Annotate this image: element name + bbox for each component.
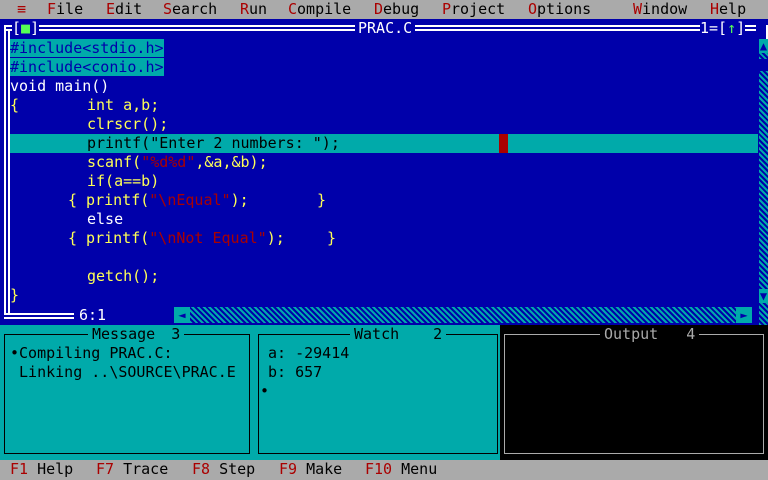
- frame-bottom-inner: [4, 317, 74, 319]
- menu-bar: ≡ File Edit Search Run Compile Debug Pro…: [0, 0, 768, 19]
- code-line-2[interactable]: #include<conio.h>: [10, 58, 164, 77]
- watch-pane[interactable]: Watch 2 a: -29414 b: 657 •: [254, 325, 500, 460]
- menu-compile[interactable]: Compile: [288, 0, 351, 19]
- text-cursor: [499, 134, 508, 153]
- code-line-5[interactable]: clrscr();: [87, 115, 168, 134]
- menu-search[interactable]: Search: [163, 0, 217, 19]
- menu-help[interactable]: Help: [710, 0, 746, 19]
- window-title: PRAC.C: [355, 19, 416, 38]
- help-key[interactable]: F1 Help: [10, 460, 73, 479]
- cursor-position: 6:1: [75, 306, 111, 325]
- menu-file[interactable]: File: [47, 0, 83, 19]
- menu-key[interactable]: F10 Menu: [365, 460, 437, 479]
- menu-window[interactable]: Window: [633, 0, 687, 19]
- horizontal-scrollbar[interactable]: [190, 307, 750, 323]
- code-line-4[interactable]: {int a,b;: [10, 96, 159, 115]
- vertical-scrollbar[interactable]: [759, 39, 768, 325]
- code-line-8[interactable]: if(a==b): [87, 172, 159, 191]
- step-key[interactable]: F8 Step: [192, 460, 255, 479]
- menu-run[interactable]: Run: [240, 0, 267, 19]
- code-line-10[interactable]: else: [87, 210, 123, 229]
- code-line-3[interactable]: void main(): [10, 77, 109, 96]
- watch-line-a[interactable]: a: -29414: [268, 344, 349, 363]
- code-line-13[interactable]: }: [10, 286, 19, 305]
- message-line-2[interactable]: Linking ..\SOURCE\PRAC.E: [10, 363, 236, 382]
- output-frame: [504, 334, 764, 454]
- close-icon: ■: [21, 19, 31, 37]
- code-line-7[interactable]: scanf("%d%d",&a,&b);: [87, 153, 268, 172]
- scroll-down-icon[interactable]: ▼: [759, 289, 768, 303]
- menu-project[interactable]: Project: [442, 0, 505, 19]
- scroll-right-icon[interactable]: ►: [736, 307, 752, 323]
- output-title: Output 4: [600, 325, 700, 344]
- frame-bottom: [4, 313, 74, 315]
- scroll-left-icon[interactable]: ◄: [174, 307, 190, 323]
- code-line-11[interactable]: { printf("\nNot Equal");}: [68, 229, 336, 248]
- scroll-thumb[interactable]: [759, 59, 768, 71]
- status-bar: F1 Help F7 Trace F8 Step F9 Make F10 Men…: [0, 460, 768, 480]
- watch-title: Watch 2: [350, 325, 447, 344]
- message-title: Message 3: [88, 325, 185, 344]
- menu-options[interactable]: Options: [528, 0, 591, 19]
- frame-left: [4, 25, 6, 315]
- scroll-up-icon[interactable]: ▲: [759, 39, 768, 53]
- code-line-12[interactable]: getch();: [87, 267, 159, 286]
- watch-line-b[interactable]: b: 657: [268, 363, 322, 382]
- zoom-box[interactable]: 1=[↑]: [700, 19, 746, 38]
- system-menu-icon[interactable]: ≡: [17, 0, 26, 19]
- message-line-1[interactable]: •Compiling PRAC.C:: [10, 344, 173, 363]
- code-line-6[interactable]: printf("Enter 2 numbers: ");: [87, 134, 340, 153]
- message-pane[interactable]: Message 3 •Compiling PRAC.C: Linking ..\S…: [0, 325, 254, 460]
- code-line-9[interactable]: { printf("\nEqual");}: [68, 191, 326, 210]
- output-pane[interactable]: Output 4: [500, 325, 768, 460]
- close-box[interactable]: [■]: [12, 19, 40, 38]
- menu-edit[interactable]: Edit: [106, 0, 142, 19]
- editor-window[interactable]: [■] PRAC.C 1=[↑] #include<stdio.h> #incl…: [0, 19, 768, 325]
- trace-key[interactable]: F7 Trace: [96, 460, 168, 479]
- code-line-1[interactable]: #include<stdio.h>: [10, 39, 164, 58]
- zoom-icon: ↑: [727, 19, 737, 37]
- make-key[interactable]: F9 Make: [279, 460, 342, 479]
- watch-line-empty[interactable]: •: [260, 382, 269, 401]
- menu-debug[interactable]: Debug: [374, 0, 419, 19]
